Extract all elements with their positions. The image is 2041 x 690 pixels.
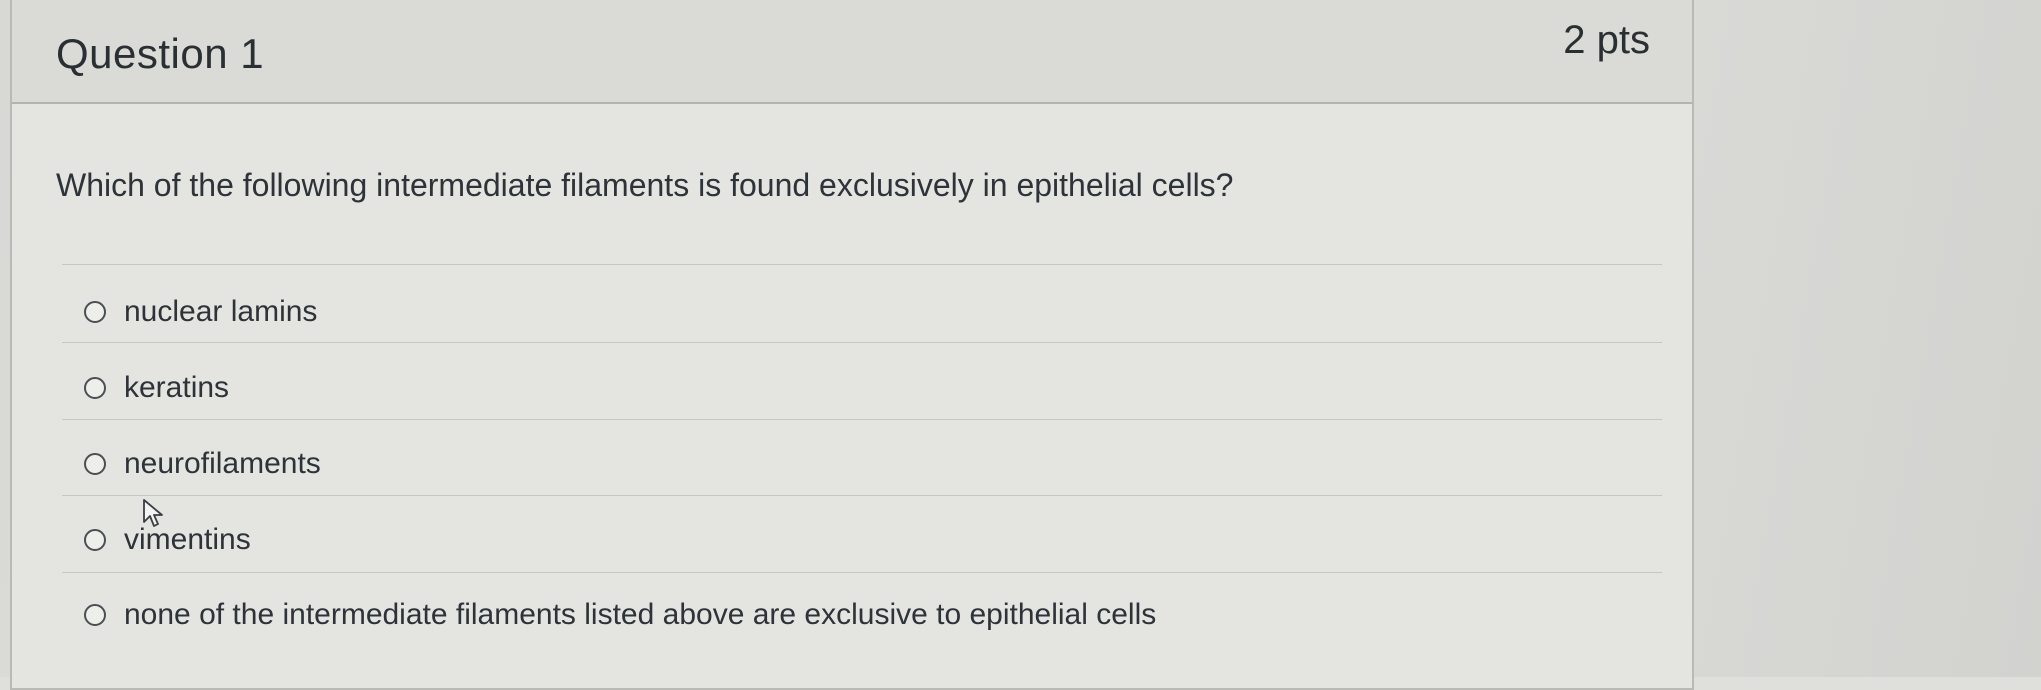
question-header: Question 1 2 pts: [12, 0, 1692, 104]
answer-label: none of the intermediate filaments liste…: [124, 598, 1157, 631]
answer-label: neurofilaments: [124, 447, 321, 480]
question-title: Question 1: [56, 30, 265, 77]
answer-divider: [62, 495, 1662, 496]
question-text: Which of the following intermediate fila…: [56, 167, 1234, 203]
answer-option-nuclear-lamins[interactable]: nuclear lamins: [84, 292, 317, 332]
radio-unselected-icon[interactable]: [84, 529, 106, 551]
answer-divider: [62, 264, 1662, 265]
question-points: 2 pts: [1563, 18, 1650, 62]
radio-unselected-icon[interactable]: [84, 604, 106, 626]
answer-option-none[interactable]: none of the intermediate filaments liste…: [84, 595, 1156, 635]
answer-divider: [62, 342, 1662, 343]
radio-unselected-icon[interactable]: [84, 377, 106, 399]
radio-unselected-icon[interactable]: [84, 301, 106, 323]
answer-option-keratins[interactable]: keratins: [84, 368, 229, 408]
answer-option-neurofilaments[interactable]: neurofilaments: [84, 444, 321, 484]
mouse-pointer-icon: [143, 499, 163, 527]
question-card: Question 1 2 pts Which of the following …: [10, 0, 1694, 690]
answer-divider: [62, 419, 1662, 420]
radio-unselected-icon[interactable]: [84, 453, 106, 475]
answer-option-vimentins[interactable]: vimentins: [84, 520, 251, 560]
answer-label: nuclear lamins: [124, 295, 318, 328]
answer-divider: [62, 572, 1662, 573]
answer-label: keratins: [124, 371, 230, 404]
